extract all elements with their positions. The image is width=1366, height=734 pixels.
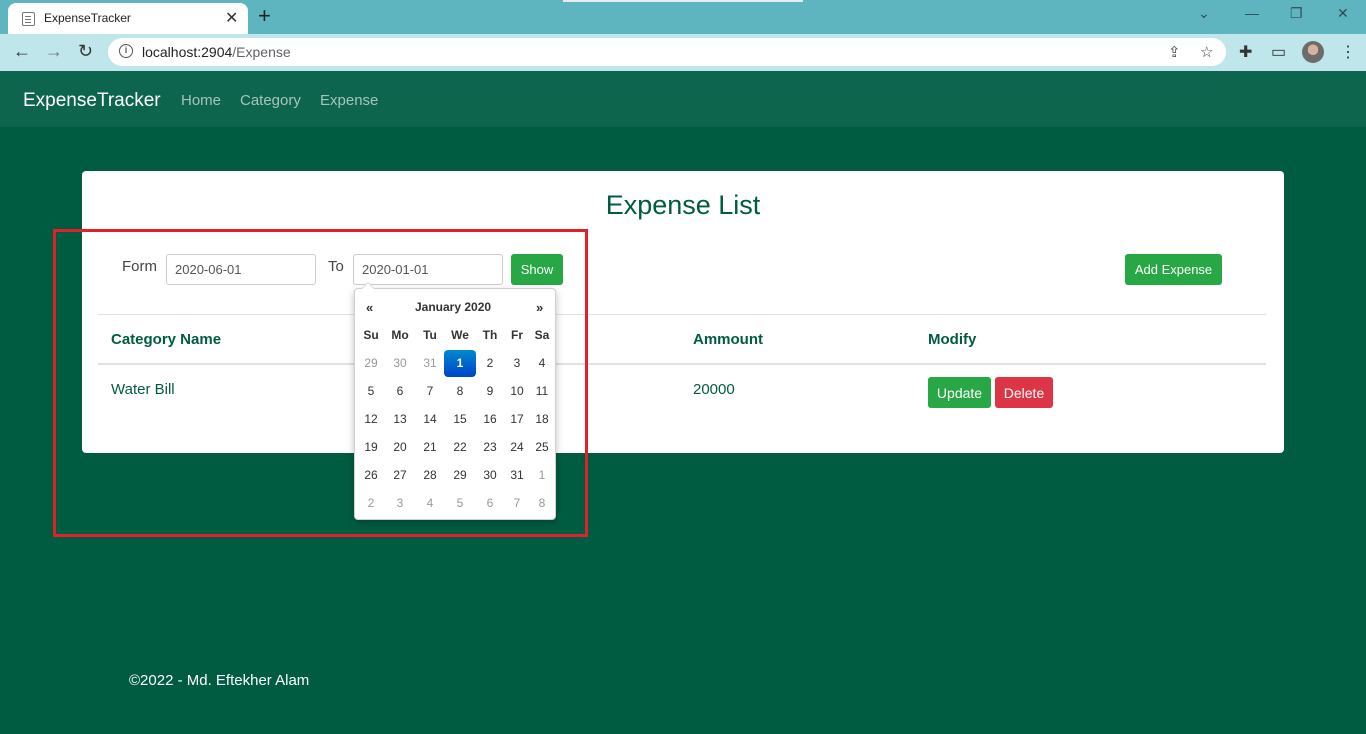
cell-amount: 20000 — [693, 381, 735, 398]
tab-close-icon[interactable]: ✕ — [225, 8, 238, 28]
back-icon[interactable]: ← — [13, 41, 31, 62]
cast-icon[interactable]: ▭ — [1271, 42, 1286, 62]
url-path: /Expense — [232, 44, 291, 60]
site-navbar: ExpenseTracker Home Category Expense — [0, 71, 1366, 127]
minimize-icon[interactable]: — — [1245, 5, 1259, 21]
add-expense-button[interactable]: Add Expense — [1125, 254, 1222, 285]
forward-icon[interactable]: → — [45, 41, 63, 62]
profile-avatar[interactable] — [1302, 41, 1324, 63]
brand-link[interactable]: ExpenseTracker — [23, 90, 161, 112]
extensions-icon[interactable]: ✚ — [1239, 42, 1252, 62]
nav-link-home[interactable]: Home — [181, 92, 221, 109]
restore-icon[interactable]: ❐ — [1290, 5, 1303, 22]
page-favicon-icon — [22, 12, 35, 26]
header-amount: Ammount — [693, 331, 763, 348]
share-icon[interactable]: ⇪ — [1168, 43, 1181, 61]
window-close-icon[interactable]: ✕ — [1337, 5, 1349, 22]
page-title: Expense List — [605, 190, 761, 220]
info-icon[interactable]: i — [119, 44, 133, 58]
nav-link-category[interactable]: Category — [240, 92, 301, 109]
delete-button[interactable]: Delete — [995, 377, 1053, 408]
highlight-annotation — [53, 229, 588, 537]
header-modify: Modify — [928, 331, 977, 348]
update-button[interactable]: Update — [928, 377, 991, 408]
nav-link-expense[interactable]: Expense — [320, 92, 378, 109]
footer-text: ©2022 - Md. Eftekher Alam — [129, 672, 310, 689]
url-host: localhost:2904 — [142, 44, 233, 60]
reload-icon[interactable]: ↻ — [78, 41, 93, 62]
menu-icon[interactable]: ⋮ — [1340, 42, 1356, 62]
tab-title: ExpenseTracker — [44, 11, 131, 25]
address-bar[interactable]: i localhost:2904/Expense ⇪ ☆ — [108, 38, 1226, 66]
star-icon[interactable]: ☆ — [1200, 43, 1213, 61]
new-tab-button[interactable]: + — [258, 3, 271, 29]
browser-toolbar: ← → ↻ i localhost:2904/Expense ⇪ ☆ ✚ ▭ ⋮ — [0, 34, 1366, 71]
tab-search-icon[interactable]: ⌄ — [1198, 5, 1210, 22]
browser-tab[interactable]: ExpenseTracker ✕ — [8, 3, 248, 34]
browser-tabbar: ExpenseTracker ✕ + ⌄ — ❐ ✕ — [0, 0, 1366, 34]
tabbar-strip — [563, 0, 803, 2]
url-text: localhost:2904/Expense — [142, 44, 291, 60]
